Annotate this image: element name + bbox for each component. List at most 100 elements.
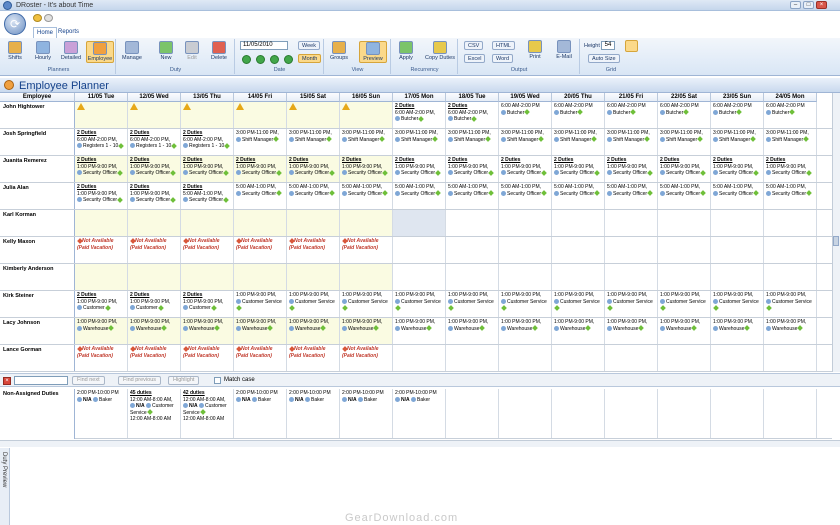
duty-cell[interactable] — [764, 237, 817, 263]
duty-cell[interactable]: 5:00 AM-1:00 PM, Security Officer — [552, 183, 605, 209]
duty-cell[interactable] — [552, 345, 605, 371]
duty-cell[interactable]: 5:00 AM-1:00 PM, Security Officer — [711, 183, 764, 209]
duty-cell[interactable]: 1:00 PM-9:00 PM, Customer Service — [393, 291, 446, 317]
duty-cell[interactable]: 1:00 PM-9:00 PM, Warehouse — [287, 318, 340, 344]
app-menu-button[interactable]: ⟳ — [4, 13, 26, 35]
email-button[interactable]: E-Mail — [552, 40, 576, 60]
duty-cell[interactable]: 1:00 PM-9:00 PM, Warehouse — [605, 318, 658, 344]
duty-cell[interactable] — [340, 102, 393, 128]
duty-cell[interactable]: 2 Duties 1:00 PM-9:00 PM, Security Officer — [446, 156, 499, 182]
duty-cell[interactable]: Not Available (Paid Vacation) — [75, 237, 128, 263]
duty-cell[interactable]: Not Available (Paid Vacation) — [181, 237, 234, 263]
duty-cell[interactable]: 1:00 PM-9:00 PM, Customer Service — [499, 291, 552, 317]
duty-cell[interactable] — [711, 264, 764, 290]
unassigned-cell[interactable]: 42 duties 12:00 AM-8:00 AM, N/A Customer S… — [181, 389, 234, 438]
duty-cell[interactable] — [234, 210, 287, 236]
duty-cell[interactable]: 6:00 AM-2:00 PM Butcher — [605, 102, 658, 128]
duty-cell[interactable]: 5:00 AM-1:00 PM, Security Officer — [658, 183, 711, 209]
employee-name[interactable]: Lance Gorman — [0, 345, 75, 371]
duty-cell[interactable]: 2 Duties 1:00 PM-9:00 PM, Security Officer — [75, 156, 128, 182]
employee-name[interactable]: Kirk Steiner — [0, 291, 75, 317]
copy-duties-button[interactable]: Copy Duties — [424, 41, 456, 61]
duty-cell[interactable] — [181, 264, 234, 290]
duty-cell[interactable]: 5:00 AM-1:00 PM, Security Officer — [287, 183, 340, 209]
duty-cell[interactable]: 2 Duties 1:00 PM-9:00 PM, Security Officer — [287, 156, 340, 182]
duty-cell[interactable] — [499, 237, 552, 263]
excel-button[interactable]: Excel — [464, 54, 486, 63]
duty-cell[interactable]: 2 Duties 1:00 PM-9:00 PM, Security Officer — [340, 156, 393, 182]
duty-cell[interactable]: 6:00 AM-2:00 PM Butcher — [552, 102, 605, 128]
hourly-button[interactable]: Hourly — [34, 41, 52, 61]
duty-cell[interactable]: 3:00 PM-11:00 PM, Shift Manager — [711, 129, 764, 155]
duty-cell[interactable] — [605, 237, 658, 263]
duty-cell[interactable]: 1:00 PM-9:00 PM, Customer Service — [446, 291, 499, 317]
unassigned-cell[interactable]: 45 duties 12:00 AM-8:00 AM, N/A Customer S… — [128, 389, 181, 438]
duty-cell[interactable] — [499, 210, 552, 236]
duty-cell[interactable] — [393, 210, 446, 236]
duty-cell[interactable]: 2 Duties 1:00 PM-9:00 PM, Security Officer — [128, 183, 181, 209]
employee-name[interactable]: Kimberly Anderson — [0, 264, 75, 290]
week-button[interactable]: Week — [298, 41, 320, 50]
duty-cell[interactable]: 1:00 PM-9:00 PM, Customer Service — [658, 291, 711, 317]
duty-cell[interactable] — [711, 210, 764, 236]
duty-cell[interactable]: 2 Duties 6:00 AM-2:00 PM, Registers 1 - 10 — [75, 129, 128, 155]
duty-cell[interactable]: 2 Duties 6:00 AM-2:00 PM, Registers 1 - 10 — [128, 129, 181, 155]
duty-cell[interactable]: 2 Duties 1:00 PM-9:00 PM, Security Officer — [499, 156, 552, 182]
groups-button[interactable]: Groups — [327, 41, 351, 61]
duty-cell[interactable] — [75, 210, 128, 236]
duty-cell[interactable] — [446, 237, 499, 263]
duty-cell[interactable]: 2 Duties 1:00 PM-9:00 PM, Security Officer — [711, 156, 764, 182]
duty-cell[interactable]: Not Available (Paid Vacation) — [128, 237, 181, 263]
unassigned-cell[interactable] — [552, 389, 605, 438]
duty-cell[interactable] — [711, 237, 764, 263]
find-next-button[interactable]: Find next — [72, 376, 105, 385]
date-picker-input[interactable]: 11/05/2010 — [240, 41, 288, 50]
duty-cell[interactable] — [711, 345, 764, 371]
unassigned-cell[interactable] — [764, 389, 817, 438]
close-button[interactable]: × — [816, 1, 827, 9]
new-button[interactable]: New — [155, 41, 177, 61]
duty-cell[interactable]: 1:00 PM-9:00 PM, Customer Service — [287, 291, 340, 317]
duty-cell[interactable]: 1:00 PM-9:00 PM, Warehouse — [764, 318, 817, 344]
find-input[interactable] — [14, 376, 68, 385]
duty-cell[interactable]: 5:00 AM-1:00 PM, Security Officer — [764, 183, 817, 209]
duty-cell[interactable] — [287, 210, 340, 236]
duty-cell[interactable]: 6:00 AM-2:00 PM Butcher — [499, 102, 552, 128]
column-header[interactable]: 11/05 Tue — [75, 93, 128, 102]
duty-cell[interactable]: Not Available (Paid Vacation) — [234, 237, 287, 263]
first-nav-icon[interactable] — [242, 55, 251, 64]
duty-cell[interactable] — [605, 264, 658, 290]
duty-cell[interactable]: 2 Duties 1:00 PM-9:00 PM, Customer — [75, 291, 128, 317]
duty-cell[interactable]: 1:00 PM-9:00 PM, Warehouse — [128, 318, 181, 344]
employee-name[interactable]: Lacy Johnson — [0, 318, 75, 344]
duty-cell[interactable]: 1:00 PM-9:00 PM, Warehouse — [446, 318, 499, 344]
tab-home[interactable]: Home — [33, 27, 58, 38]
duty-cell[interactable] — [181, 210, 234, 236]
employee-name[interactable]: Kelly Maxon — [0, 237, 75, 263]
minimize-button[interactable]: – — [790, 1, 801, 9]
duty-cell[interactable]: 2 Duties 1:00 PM-9:00 PM, Customer — [181, 291, 234, 317]
horizontal-scrollbar[interactable] — [0, 440, 840, 447]
unassigned-cell[interactable]: 2:00 PM-10:00 PM N/A Baker — [340, 389, 393, 438]
duty-cell[interactable]: 2 Duties 1:00 PM-9:00 PM, Security Officer — [658, 156, 711, 182]
column-header[interactable]: 12/05 Wed — [128, 93, 181, 102]
unassigned-cell[interactable]: 2:00 PM-10:00 PM N/A Baker — [393, 389, 446, 438]
employee-button[interactable]: Employee — [86, 41, 114, 63]
unassigned-cell[interactable] — [605, 389, 658, 438]
duty-cell[interactable]: 1:00 PM-9:00 PM, Warehouse — [75, 318, 128, 344]
duty-cell[interactable] — [764, 345, 817, 371]
duty-cell[interactable]: 1:00 PM-9:00 PM, Warehouse — [181, 318, 234, 344]
duty-cell[interactable]: 5:00 AM-1:00 PM, Security Officer — [393, 183, 446, 209]
duty-cell[interactable] — [499, 345, 552, 371]
unassigned-cell[interactable]: 2:00 PM-10:00 PM N/A Baker — [234, 389, 287, 438]
duty-cell[interactable]: Not Available (Paid Vacation) — [75, 345, 128, 371]
column-header[interactable]: 24/05 Mon — [764, 93, 817, 102]
employee-name[interactable]: John Hightower — [0, 102, 75, 128]
prev-nav-icon[interactable] — [256, 55, 265, 64]
tab-reports[interactable]: Reports — [55, 27, 82, 38]
edit-button[interactable]: Edit — [181, 41, 203, 61]
employee-name[interactable]: Julia Alan — [0, 183, 75, 209]
duty-cell[interactable] — [499, 264, 552, 290]
duty-cell[interactable] — [658, 210, 711, 236]
column-header[interactable]: 16/05 Sun — [340, 93, 393, 102]
